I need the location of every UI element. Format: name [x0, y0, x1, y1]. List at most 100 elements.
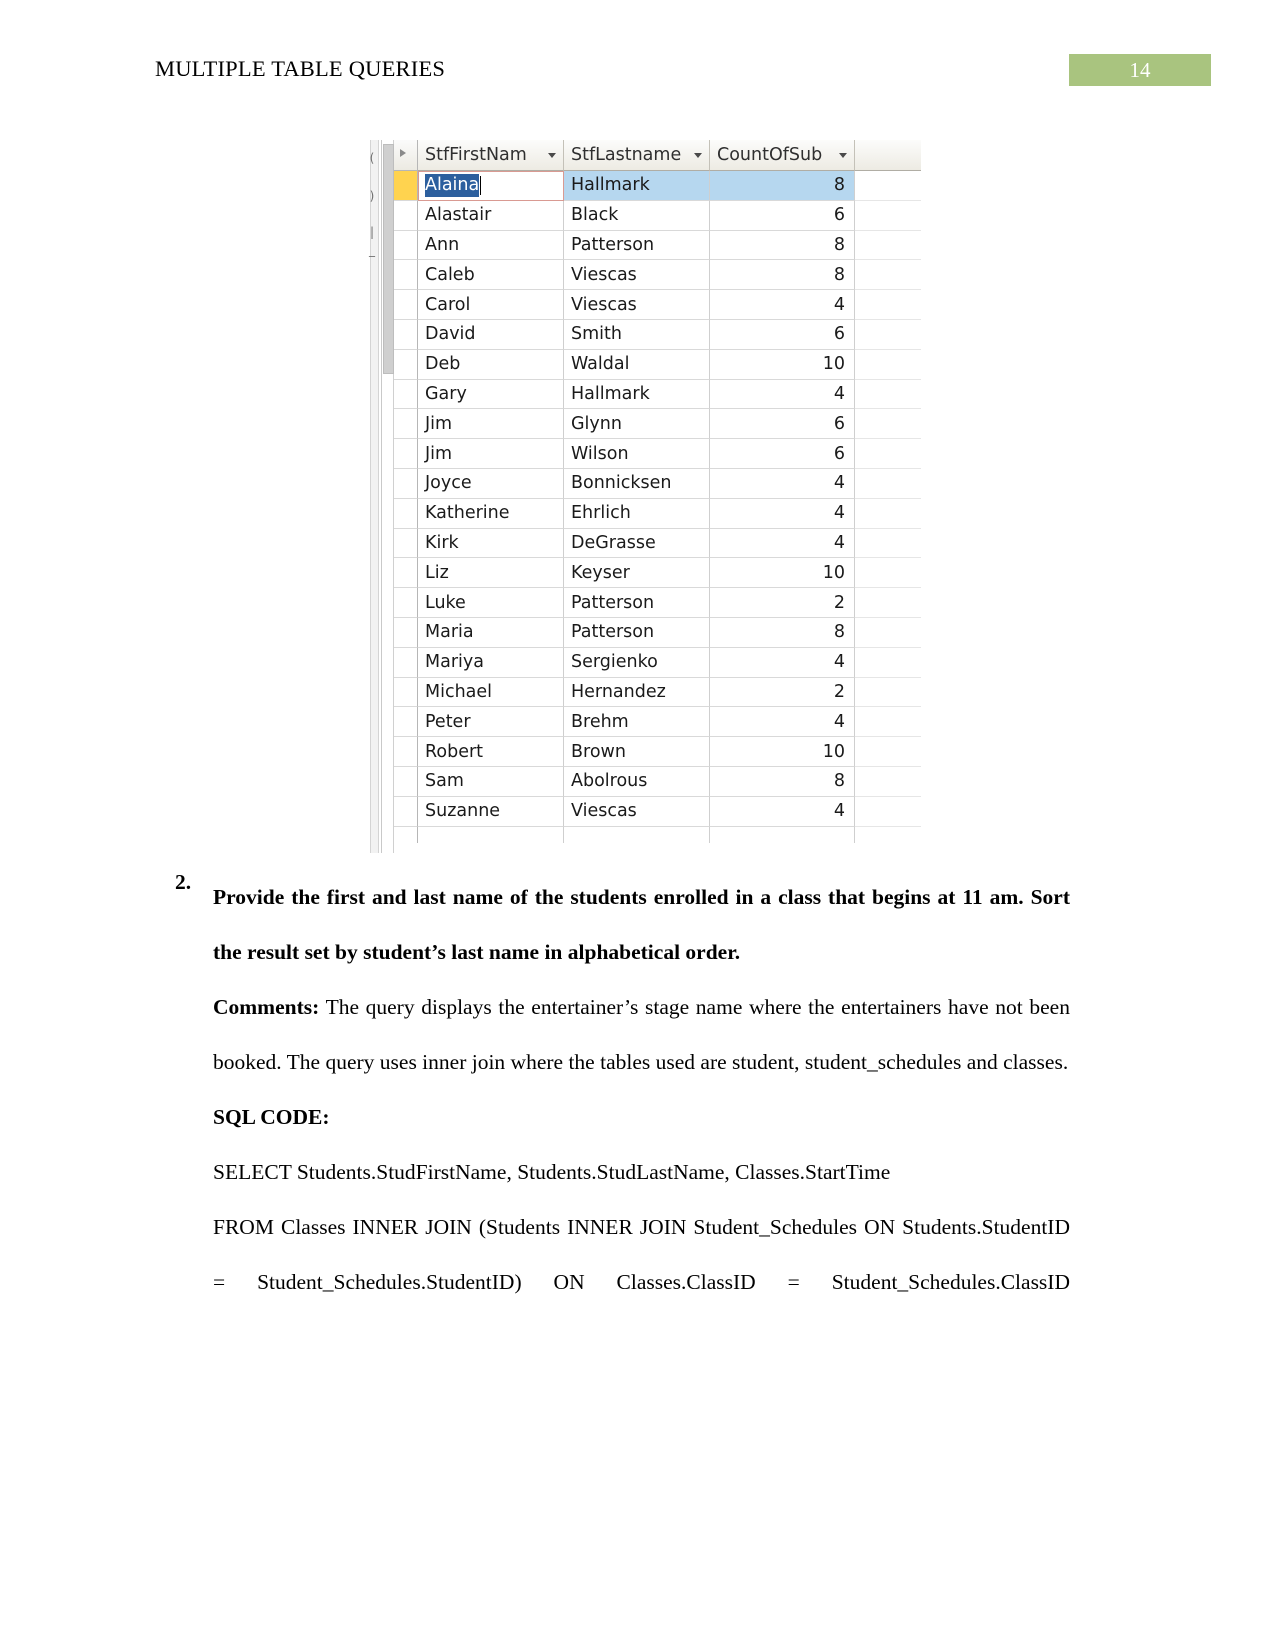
- table-row[interactable]: Carol Viescas 4: [394, 290, 921, 320]
- horizontal-scrollbar[interactable]: [394, 843, 921, 853]
- cell-stflastname[interactable]: Patterson: [564, 588, 710, 618]
- cell-stffirstname[interactable]: Caleb: [418, 260, 564, 291]
- row-selector[interactable]: [394, 290, 418, 320]
- row-selector[interactable]: [394, 379, 418, 410]
- table-row[interactable]: Joyce Bonnicksen 4: [394, 468, 921, 499]
- cell-countofsub[interactable]: 8: [710, 766, 855, 797]
- cell-countofsub[interactable]: 2: [710, 588, 855, 618]
- cell-countofsub[interactable]: 6: [710, 319, 855, 350]
- row-selector[interactable]: [394, 409, 418, 440]
- row-selector[interactable]: [394, 468, 418, 499]
- table-row[interactable]: David Smith 6: [394, 319, 921, 350]
- row-selector[interactable]: [394, 707, 418, 738]
- table-row[interactable]: Caleb Viescas 8: [394, 260, 921, 291]
- chevron-down-icon[interactable]: [694, 153, 702, 158]
- cell-stflastname[interactable]: Glynn: [564, 409, 710, 440]
- cell-stffirstname[interactable]: Jim: [418, 409, 564, 440]
- row-selector[interactable]: [394, 230, 418, 261]
- table-row[interactable]: Ann Patterson 8: [394, 230, 921, 261]
- cell-countofsub[interactable]: 8: [710, 617, 855, 648]
- cell-stflastname[interactable]: Viescas: [564, 290, 710, 320]
- table-row[interactable]: Suzanne Viescas 4: [394, 796, 921, 827]
- row-selector[interactable]: [394, 319, 418, 350]
- cell-stflastname[interactable]: Hallmark: [564, 379, 710, 410]
- table-row[interactable]: Kirk DeGrasse 4: [394, 528, 921, 559]
- table-row[interactable]: Gary Hallmark 4: [394, 379, 921, 410]
- cell-stffirstname[interactable]: Peter: [418, 707, 564, 738]
- table-row[interactable]: Jim Wilson 6: [394, 439, 921, 469]
- vertical-scrollbar[interactable]: [382, 140, 394, 853]
- cell-stffirstname[interactable]: Alaina: [418, 171, 564, 201]
- cell-stffirstname[interactable]: Liz: [418, 558, 564, 589]
- cell-stflastname[interactable]: Brown: [564, 737, 710, 767]
- chevron-down-icon[interactable]: [839, 153, 847, 158]
- cell-stffirstname[interactable]: Ann: [418, 230, 564, 261]
- cell-countofsub[interactable]: 6: [710, 200, 855, 231]
- cell-stflastname[interactable]: Wilson: [564, 439, 710, 469]
- cell-stffirstname[interactable]: Alastair: [418, 200, 564, 231]
- table-row[interactable]: Robert Brown 10: [394, 737, 921, 767]
- cell-countofsub[interactable]: 4: [710, 647, 855, 678]
- table-row[interactable]: Michael Hernandez 2: [394, 677, 921, 708]
- cell-stflastname[interactable]: Patterson: [564, 230, 710, 261]
- row-selector[interactable]: [394, 677, 418, 708]
- cell-countofsub[interactable]: 4: [710, 498, 855, 529]
- table-row[interactable]: Alastair Black 6: [394, 200, 921, 231]
- cell-countofsub[interactable]: 4: [710, 379, 855, 410]
- row-selector[interactable]: [394, 617, 418, 648]
- cell-stffirstname[interactable]: Jim: [418, 439, 564, 469]
- cell-countofsub[interactable]: 10: [710, 349, 855, 380]
- row-selector[interactable]: [394, 737, 418, 767]
- select-all-corner[interactable]: [394, 140, 418, 171]
- chevron-down-icon[interactable]: [548, 153, 556, 158]
- table-row[interactable]: Luke Patterson 2: [394, 588, 921, 618]
- row-selector[interactable]: [394, 200, 418, 231]
- cell-stflastname[interactable]: Viescas: [564, 796, 710, 827]
- cell-stffirstname[interactable]: Carol: [418, 290, 564, 320]
- cell-countofsub[interactable]: 4: [710, 290, 855, 320]
- cell-stflastname[interactable]: Hallmark: [564, 171, 710, 201]
- cell-stffirstname[interactable]: Robert: [418, 737, 564, 767]
- row-selector[interactable]: [394, 528, 418, 559]
- row-selector[interactable]: [394, 171, 418, 201]
- cell-stflastname[interactable]: Sergienko: [564, 647, 710, 678]
- cell-countofsub[interactable]: 2: [710, 677, 855, 708]
- table-row[interactable]: Katherine Ehrlich 4: [394, 498, 921, 529]
- column-header-stffirstname[interactable]: StfFirstNam: [418, 140, 564, 171]
- cell-stflastname[interactable]: Bonnicksen: [564, 468, 710, 499]
- cell-countofsub[interactable]: 10: [710, 737, 855, 767]
- column-header-countofsub[interactable]: CountOfSub: [710, 140, 855, 171]
- table-row[interactable]: Alaina Hallmark 8: [394, 171, 921, 201]
- table-row[interactable]: Peter Brehm 4: [394, 707, 921, 738]
- cell-countofsub[interactable]: 10: [710, 558, 855, 589]
- cell-stffirstname[interactable]: David: [418, 319, 564, 350]
- row-selector[interactable]: [394, 349, 418, 380]
- row-selector[interactable]: [394, 498, 418, 529]
- table-row[interactable]: Liz Keyser 10: [394, 558, 921, 589]
- cell-stflastname[interactable]: Hernandez: [564, 677, 710, 708]
- table-row[interactable]: Jim Glynn 6: [394, 409, 921, 440]
- cell-stffirstname[interactable]: Suzanne: [418, 796, 564, 827]
- row-selector[interactable]: [394, 796, 418, 827]
- table-row[interactable]: Maria Patterson 8: [394, 617, 921, 648]
- cell-stffirstname[interactable]: Mariya: [418, 647, 564, 678]
- row-selector[interactable]: [394, 439, 418, 469]
- cell-stffirstname[interactable]: Deb: [418, 349, 564, 380]
- column-header-stflastname[interactable]: StfLastname: [564, 140, 710, 171]
- cell-stflastname[interactable]: Black: [564, 200, 710, 231]
- cell-countofsub[interactable]: 4: [710, 796, 855, 827]
- table-row[interactable]: Deb Waldal 10: [394, 349, 921, 380]
- cell-countofsub[interactable]: 4: [710, 468, 855, 499]
- row-selector[interactable]: [394, 647, 418, 678]
- cell-stflastname[interactable]: Brehm: [564, 707, 710, 738]
- cell-stflastname[interactable]: Patterson: [564, 617, 710, 648]
- cell-stffirstname[interactable]: Maria: [418, 617, 564, 648]
- cell-countofsub[interactable]: 8: [710, 171, 855, 201]
- cell-stflastname[interactable]: Abolrous: [564, 766, 710, 797]
- cell-stflastname[interactable]: Ehrlich: [564, 498, 710, 529]
- row-selector[interactable]: [394, 588, 418, 618]
- row-selector[interactable]: [394, 558, 418, 589]
- cell-stffirstname[interactable]: Gary: [418, 379, 564, 410]
- cell-stffirstname[interactable]: Kirk: [418, 528, 564, 559]
- cell-stflastname[interactable]: Viescas: [564, 260, 710, 291]
